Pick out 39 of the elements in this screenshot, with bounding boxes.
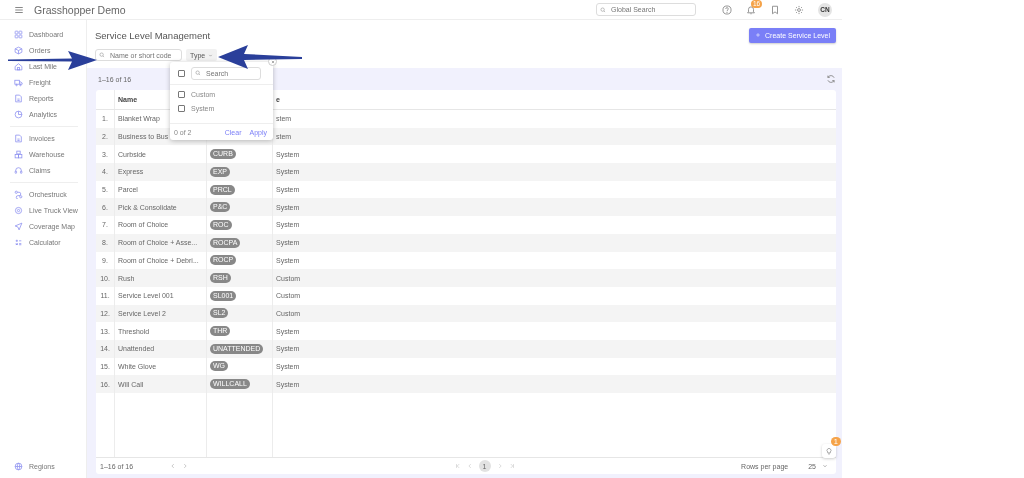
pie-chart-icon xyxy=(14,109,23,119)
page-title: Service Level Management xyxy=(95,29,211,41)
help-icon[interactable] xyxy=(722,4,732,15)
first-page-icon[interactable] xyxy=(454,463,461,469)
grid-icon xyxy=(14,29,23,39)
chevron-left-icon[interactable] xyxy=(466,463,473,469)
help-button[interactable] xyxy=(822,444,836,458)
globe-icon xyxy=(14,461,23,471)
bookmark-icon[interactable] xyxy=(770,4,780,15)
nodes-icon xyxy=(14,189,23,199)
calculator-icon xyxy=(14,237,23,247)
document-icon xyxy=(14,93,23,103)
document-icon xyxy=(14,133,23,143)
chevron-right-icon[interactable] xyxy=(182,463,188,469)
menu-icon[interactable] xyxy=(14,4,24,15)
plus-icon xyxy=(755,32,761,38)
search-icon xyxy=(99,52,105,58)
lightbulb-icon xyxy=(825,447,833,455)
checkbox[interactable] xyxy=(178,105,185,112)
caret-icon xyxy=(822,463,828,469)
checkbox[interactable] xyxy=(178,69,185,77)
headset-icon xyxy=(14,165,23,175)
refresh-icon[interactable] xyxy=(826,74,836,84)
box-icon xyxy=(14,45,23,55)
target-icon xyxy=(14,205,23,215)
warehouse-icon xyxy=(14,149,23,159)
checkbox[interactable] xyxy=(178,91,185,98)
caret-icon xyxy=(208,52,214,58)
house-icon xyxy=(14,61,23,71)
truck-icon xyxy=(14,77,23,87)
chevron-right-icon[interactable] xyxy=(496,463,503,469)
send-icon xyxy=(14,221,23,231)
app-title: Grasshopper Demo xyxy=(34,3,126,16)
bell-icon[interactable] xyxy=(746,4,756,15)
search-icon xyxy=(600,6,606,13)
search-icon xyxy=(195,70,201,76)
chevron-left-icon[interactable] xyxy=(170,463,176,469)
last-page-icon[interactable] xyxy=(508,463,515,469)
settings-icon[interactable] xyxy=(794,4,804,15)
